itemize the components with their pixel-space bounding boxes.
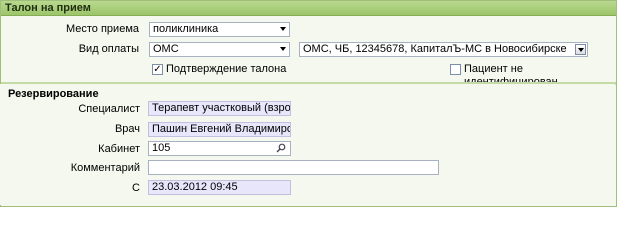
place-select[interactable]: поликлиника: [149, 22, 290, 37]
dropdown-button-icon[interactable]: [575, 44, 586, 55]
from-datetime-field[interactable]: 23.03.2012 09:45: [148, 180, 291, 195]
policy-select[interactable]: ОМС, ЧБ, 12345678, КапиталЪ-МС в Новосиб…: [299, 42, 588, 57]
cabinet-field[interactable]: 105: [148, 141, 291, 156]
confirm-label: Подтверждение талона: [166, 63, 287, 75]
chevron-down-icon: [280, 47, 286, 51]
comment-label: Комментарий: [70, 162, 140, 174]
specialist-label: Специалист: [78, 103, 140, 115]
place-label: Место приема: [65, 23, 139, 35]
policy-value: ОМС, ЧБ, 12345678, КапиталЪ-МС в Новосиб…: [303, 43, 567, 55]
payment-label: Вид оплаты: [78, 43, 139, 55]
place-value: поликлиника: [153, 23, 219, 35]
chevron-down-icon: [280, 27, 286, 31]
unidentified-checkbox[interactable]: [450, 64, 461, 75]
panel-header: Талон на прием: [1, 1, 616, 16]
doctor-field[interactable]: Пашин Евгений Владимирович: [148, 122, 291, 137]
payment-select[interactable]: ОМС: [149, 42, 290, 57]
cabinet-label: Кабинет: [98, 143, 140, 155]
cabinet-value: 105: [152, 142, 171, 154]
specialist-field[interactable]: Терапевт участковый (взрослый): [148, 101, 291, 116]
confirm-checkbox[interactable]: ✓: [152, 64, 163, 75]
payment-value: ОМС: [153, 43, 179, 55]
doctor-label: Врач: [114, 123, 140, 135]
from-label: С: [132, 182, 140, 194]
search-icon[interactable]: [276, 143, 286, 153]
reservation-title: Резервирование: [8, 88, 99, 100]
comment-input[interactable]: [148, 160, 439, 175]
